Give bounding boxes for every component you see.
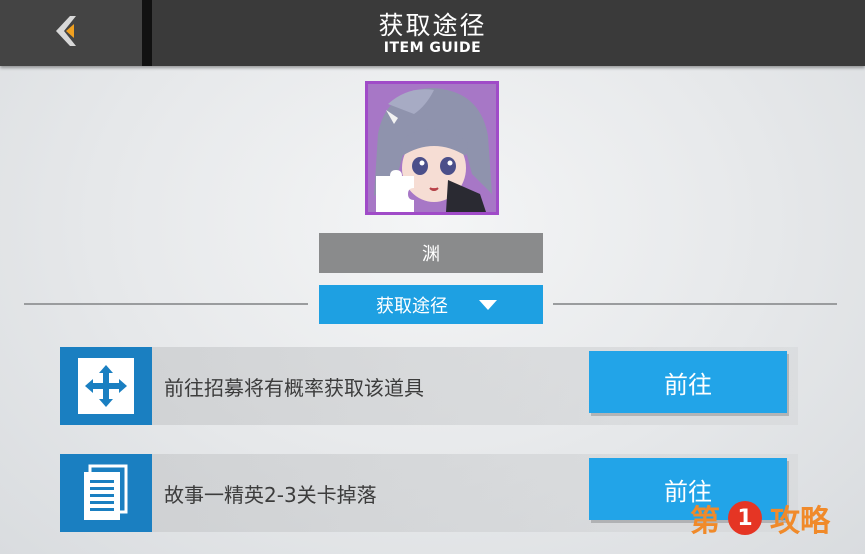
divider-left bbox=[24, 303, 308, 305]
character-portrait bbox=[368, 84, 496, 212]
watermark-suffix: 攻略 bbox=[770, 504, 830, 539]
source-icon-tile bbox=[60, 347, 152, 425]
recruit-cross-icon bbox=[78, 358, 134, 414]
item-portrait bbox=[365, 81, 499, 215]
item-name-label: 渊 bbox=[319, 233, 543, 273]
watermark-prefix: 第 bbox=[690, 504, 720, 539]
site-watermark: 第 1 攻略 bbox=[690, 496, 830, 540]
puzzle-piece-icon bbox=[376, 170, 414, 212]
source-row-stage: 故事一精英2-3关卡掉落 前往 bbox=[60, 454, 798, 532]
source-description: 故事一精英2-3关卡掉落 bbox=[164, 482, 377, 507]
divider-right bbox=[553, 303, 837, 305]
source-description: 前往招募将有概率获取该道具 bbox=[164, 375, 424, 400]
top-bar: 获取途径 ITEM GUIDE bbox=[0, 0, 865, 66]
watermark-number: 1 bbox=[728, 501, 762, 535]
source-dropdown[interactable]: 获取途径 bbox=[319, 285, 543, 324]
chevron-down-icon bbox=[479, 299, 497, 310]
page-subtitle: ITEM GUIDE bbox=[383, 40, 482, 56]
source-row-recruit: 前往招募将有概率获取该道具 前往 bbox=[60, 347, 798, 425]
document-icon bbox=[84, 464, 128, 520]
source-icon-tile bbox=[60, 454, 152, 532]
page-title: 获取途径 bbox=[378, 11, 487, 40]
go-button-recruit[interactable]: 前往 bbox=[589, 351, 787, 413]
dropdown-label: 获取途径 bbox=[376, 295, 448, 317]
